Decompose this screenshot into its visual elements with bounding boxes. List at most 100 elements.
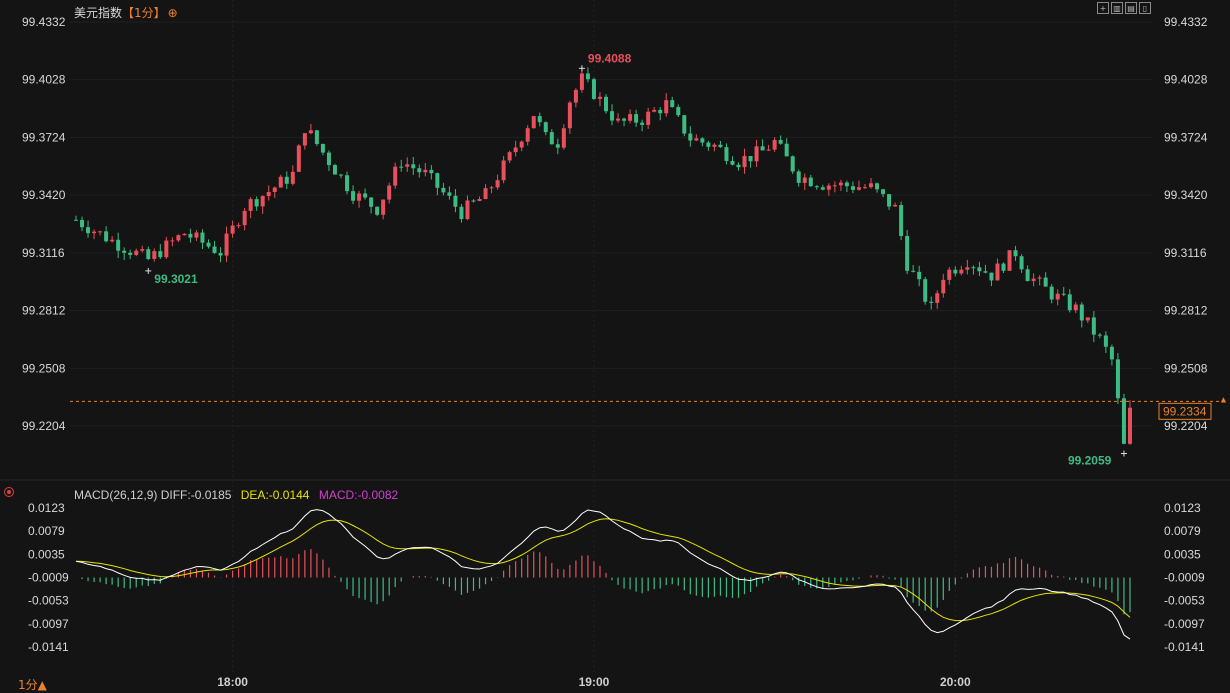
candle-up <box>513 147 518 153</box>
macd-tick-left: -0.0141 <box>28 640 69 654</box>
macd-tick-right: 0.0035 <box>1164 547 1201 561</box>
candle-down <box>899 205 904 237</box>
candle-up <box>423 169 428 173</box>
macd-diff-value: DIFF:-0.0185 <box>160 488 232 502</box>
candle-up <box>893 205 898 207</box>
candle-up <box>302 133 307 146</box>
candlestick-chart[interactable]: 18:00 19:00 20:00 99.4332 99.4332 99.4028 99.4… <box>0 0 1230 688</box>
candle-down <box>429 169 434 174</box>
candle-up <box>357 193 362 201</box>
candle-down <box>320 143 325 153</box>
candle-down <box>188 233 193 238</box>
macd-tick-right: 0.0123 <box>1164 501 1201 515</box>
candle-down <box>122 250 127 253</box>
price-tick-right: 99.2204 <box>1164 419 1208 433</box>
candle-down <box>887 194 892 207</box>
candle-down <box>911 270 916 272</box>
candle-down <box>640 122 645 125</box>
add-indicator-icon[interactable]: ⊕ <box>168 6 178 20</box>
candle-up <box>405 164 410 167</box>
macd-tick-right: -0.0141 <box>1164 640 1205 654</box>
macd-tick-right: -0.0009 <box>1164 571 1205 585</box>
candle-up <box>266 192 271 197</box>
candle-up <box>832 185 837 187</box>
candle-down <box>1067 294 1072 311</box>
candle-down <box>748 156 753 162</box>
candle-up <box>1073 304 1078 311</box>
candle-up <box>712 144 717 147</box>
candle-down <box>441 187 446 193</box>
candle-down <box>1049 286 1054 300</box>
macd-dea-value: DEA:-0.0144 <box>240 488 310 502</box>
candle-up <box>766 149 771 151</box>
candle-down <box>537 116 542 123</box>
price-tick-right: 99.3116 <box>1164 246 1207 260</box>
candle-up <box>387 185 392 200</box>
collapse-icon[interactable]: ▯ <box>1139 2 1151 14</box>
candle-up <box>230 225 235 234</box>
candle-up <box>495 180 500 188</box>
price-tick-left: 99.2508 <box>22 361 66 375</box>
candle-up <box>170 240 175 242</box>
indicator-icon[interactable]: ▤ <box>1125 2 1137 14</box>
current-price-arrow: ▲ <box>1219 394 1228 404</box>
candle-down <box>1061 293 1066 295</box>
price-tick-right: 99.2508 <box>1164 361 1208 375</box>
instrument-name: 美元指数 <box>74 6 123 20</box>
candle-up <box>272 187 277 193</box>
candle-up <box>489 187 494 189</box>
candle-up <box>278 176 283 188</box>
candle-down <box>543 122 548 133</box>
candle-down <box>778 140 783 144</box>
macd-tick-left: 0.0123 <box>28 501 65 515</box>
price-tick-right: 99.3420 <box>1164 188 1208 202</box>
candle-down <box>363 193 368 198</box>
chart-title: 美元指数【1分】 ⊕ <box>74 4 178 21</box>
period-label[interactable]: 【1分】 <box>122 6 166 20</box>
candle-down <box>808 177 813 187</box>
candle-down <box>1097 334 1102 336</box>
candle-up <box>561 128 566 148</box>
macd-tick-right: -0.0053 <box>1164 594 1205 608</box>
candle-down <box>128 252 133 255</box>
candle-up <box>501 160 506 181</box>
macd-settings-icon[interactable] <box>4 487 14 497</box>
candle-up <box>772 140 777 150</box>
candle-down <box>1109 346 1114 360</box>
candle-down <box>158 251 163 258</box>
candle-down <box>784 143 789 157</box>
candle-down <box>676 107 681 116</box>
candle-down <box>116 239 121 251</box>
macd-params: MACD(26,12,9) <box>74 488 158 502</box>
candle-up <box>646 111 651 125</box>
candle-up <box>965 267 970 270</box>
candle-up <box>1055 293 1060 300</box>
candle-up <box>862 187 867 189</box>
candle-up <box>652 109 657 112</box>
macd-tick-right: -0.0097 <box>1164 617 1205 631</box>
candle-up <box>947 269 952 280</box>
price-tick-left: 99.4332 <box>22 15 66 29</box>
candle-up <box>507 152 512 161</box>
candle-up <box>236 225 241 227</box>
candle-down <box>1019 256 1024 270</box>
candle-up <box>290 171 295 184</box>
chart-toolbar: + ▥ ▤ ▯ <box>1097 2 1151 14</box>
candle-down <box>730 160 735 165</box>
crosshair-icon[interactable]: + <box>1097 2 1109 14</box>
candle-up <box>742 156 747 168</box>
chart-type-icon[interactable]: ▥ <box>1111 2 1123 14</box>
candle-up <box>616 118 621 121</box>
period-selector[interactable]: 1分▲ <box>18 676 47 693</box>
candle-down <box>610 111 615 121</box>
candle-up <box>694 138 699 141</box>
candle-down <box>881 189 886 195</box>
candle-down <box>146 249 151 259</box>
candle-up <box>110 239 115 242</box>
candle-up <box>296 145 301 172</box>
candle-down <box>80 219 85 228</box>
candle-down <box>844 182 849 187</box>
macd-tick-left: -0.0053 <box>28 594 69 608</box>
candle-down <box>314 130 319 144</box>
time-tick-label: 18:00 <box>217 675 248 688</box>
